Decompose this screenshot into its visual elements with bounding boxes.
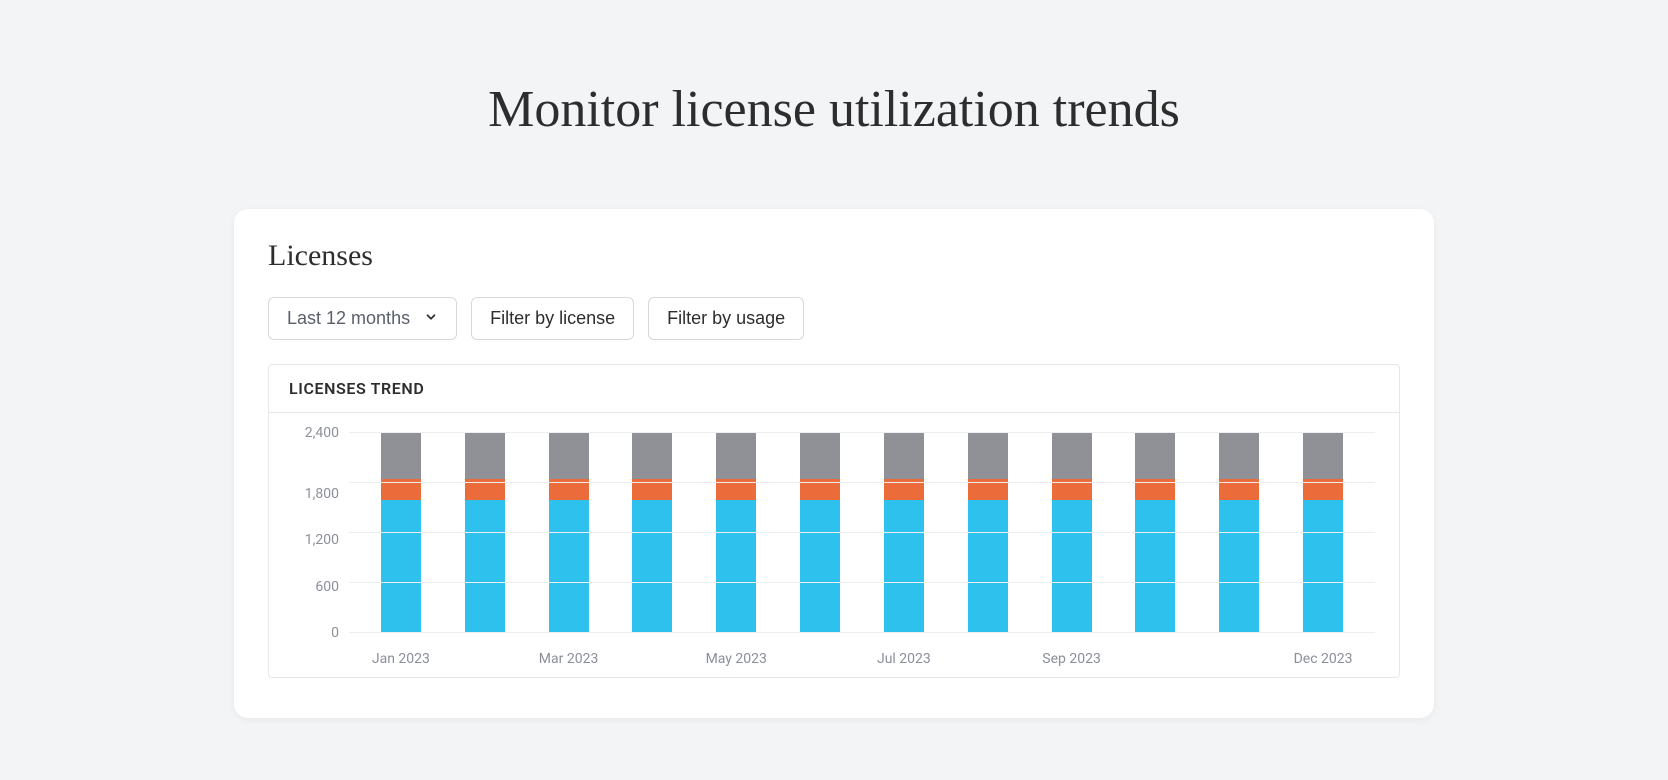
chart-bars — [349, 433, 1375, 633]
page-root: Monitor license utilization trends Licen… — [0, 0, 1668, 780]
chart-bar — [632, 433, 672, 633]
chart-bar-segment — [968, 500, 1008, 633]
x-tick-label: May 2023 — [694, 651, 778, 667]
chart-bar-segment — [1052, 433, 1092, 479]
chart-bar-segment — [884, 500, 924, 633]
date-range-label: Last 12 months — [287, 308, 410, 329]
chart-bar-segment — [1135, 433, 1175, 479]
filter-bar: Last 12 months Filter by license Filter … — [268, 297, 1400, 340]
chart-bar-segment — [1135, 500, 1175, 633]
filter-by-license-button[interactable]: Filter by license — [471, 297, 634, 340]
x-tick-label — [946, 651, 1030, 667]
chart-gridline — [349, 632, 1375, 633]
y-tick-label: 1,800 — [305, 487, 339, 501]
x-tick-label — [1113, 651, 1197, 667]
chart-bar-segment — [632, 500, 672, 633]
card-title: Licenses — [268, 239, 1400, 273]
chart-bar-segment — [1052, 500, 1092, 633]
x-tick-label — [610, 651, 694, 667]
x-tick-label: Sep 2023 — [1030, 651, 1114, 667]
chart-bar-segment — [381, 433, 421, 479]
chart-body: 2,400 1,800 1,200 600 0 Jan 2023 Mar 2023 May … — [269, 413, 1399, 677]
chart-title: LICENSES TREND — [269, 365, 1399, 413]
chart-bar-segment — [884, 433, 924, 479]
chart-bar-segment — [1219, 433, 1259, 479]
chart-bar — [968, 433, 1008, 633]
y-tick-label: 2,400 — [305, 426, 339, 440]
chart-bar-segment — [1303, 433, 1343, 479]
chart-bar — [800, 433, 840, 633]
x-tick-label: Dec 2023 — [1281, 651, 1365, 667]
chart-bar-segment — [465, 433, 505, 479]
chart-gridline — [349, 532, 1375, 533]
x-tick-label: Jan 2023 — [359, 651, 443, 667]
chart-gridline — [349, 482, 1375, 483]
chart-bar — [465, 433, 505, 633]
chart-bar-segment — [800, 433, 840, 479]
y-tick-label: 600 — [315, 580, 339, 594]
x-tick-label — [778, 651, 862, 667]
chart-bar — [1303, 433, 1343, 633]
chart-bar-segment — [465, 500, 505, 633]
chart-bar-segment — [716, 500, 756, 633]
chart-bar-segment — [632, 433, 672, 479]
chart-bar-segment — [381, 500, 421, 633]
chart-bar — [716, 433, 756, 633]
licenses-card: Licenses Last 12 months Filter by licens… — [234, 209, 1434, 718]
chart-bar-segment — [1303, 500, 1343, 633]
chart-gridline — [349, 582, 1375, 583]
chart-bar — [884, 433, 924, 633]
chart-bar-segment — [549, 433, 589, 479]
date-range-dropdown[interactable]: Last 12 months — [268, 297, 457, 340]
chart-gridline — [349, 432, 1375, 433]
page-title: Monitor license utilization trends — [0, 80, 1668, 139]
x-tick-label — [443, 651, 527, 667]
filter-by-usage-button[interactable]: Filter by usage — [648, 297, 804, 340]
chart-plot-area — [349, 433, 1375, 633]
x-tick-label: Jul 2023 — [862, 651, 946, 667]
x-tick-label: Mar 2023 — [527, 651, 611, 667]
chart-bar — [1135, 433, 1175, 633]
chart-bar-segment — [968, 433, 1008, 479]
chart-bar — [1052, 433, 1092, 633]
chart-y-axis: 2,4001,8001,2006000 — [293, 433, 349, 633]
chart-bar-segment — [549, 500, 589, 633]
x-tick-label — [1197, 651, 1281, 667]
y-tick-label: 0 — [331, 626, 339, 640]
licenses-trend-chart: LICENSES TREND 2,400 1,800 1,200 600 0 Jan 2… — [268, 364, 1400, 678]
chart-bar-segment — [800, 500, 840, 633]
chart-bar — [381, 433, 421, 633]
y-tick-label: 1,200 — [305, 533, 339, 547]
chevron-down-icon — [424, 308, 438, 329]
chart-bar — [1219, 433, 1259, 633]
chart-bar-segment — [716, 433, 756, 479]
chart-bar — [549, 433, 589, 633]
chart-bar-segment — [1219, 500, 1259, 633]
chart-x-axis: Jan 2023 Mar 2023 May 2023 Jul 2023 Sep 2023… — [349, 651, 1375, 667]
